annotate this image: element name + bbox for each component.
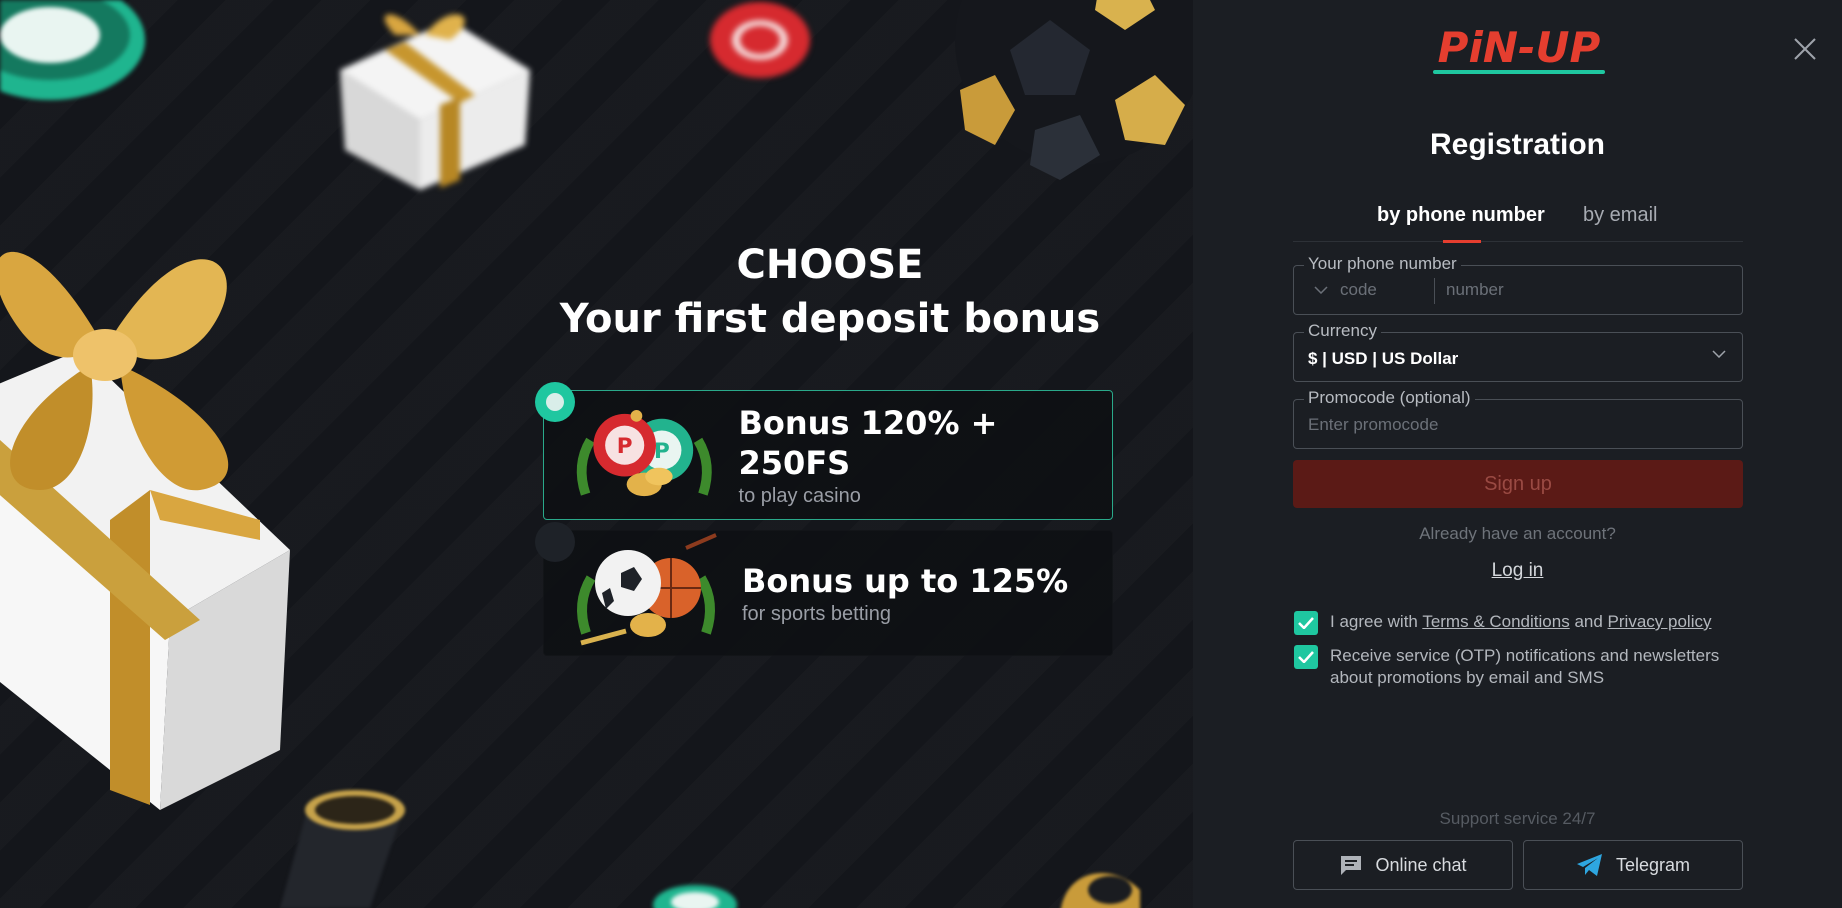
heading-choose: CHOOSE [736, 242, 924, 288]
soccer-ball-decoration [955, 0, 1193, 180]
currency-select[interactable]: Currency $ | USD | US Dollar [1293, 321, 1743, 382]
bonus-option-sports[interactable]: Bonus up to 125% for sports betting [535, 522, 1113, 656]
chevron-down-icon [1314, 286, 1328, 294]
gold-ornament-decoration [1061, 873, 1140, 908]
promocode-input[interactable] [1308, 410, 1728, 440]
agree-and: and [1574, 612, 1603, 631]
bonus-radio-selected[interactable] [535, 382, 575, 422]
terms-link[interactable]: Terms & Conditions [1422, 612, 1569, 631]
promocode-field: Promocode (optional) [1293, 388, 1743, 449]
newsletter-text: Receive service (OTP) notifications and … [1330, 646, 1720, 687]
small-gift-decoration [340, 14, 530, 190]
agree-terms-row: I agree with Terms & Conditions and Priv… [1294, 611, 1754, 635]
bonus-promo-panel: CHOOSE Your first deposit bonus P P Bonu… [0, 0, 1193, 908]
phone-code-placeholder: code [1340, 280, 1377, 299]
horn-decoration [280, 790, 405, 908]
telegram-button[interactable]: Telegram [1523, 840, 1743, 890]
phone-divider [1434, 278, 1435, 304]
close-icon[interactable] [1792, 36, 1818, 62]
online-chat-button[interactable]: Online chat [1293, 840, 1513, 890]
active-tab-indicator [1443, 240, 1481, 243]
check-icon [1298, 617, 1314, 629]
registration-screen: CHOOSE Your first deposit bonus P P Bonu… [0, 0, 1842, 908]
sports-bonus-subtitle: for sports betting [742, 602, 891, 625]
phone-number-input[interactable] [1446, 274, 1726, 306]
svg-text:P: P [654, 439, 670, 464]
chevron-down-icon [1712, 350, 1726, 358]
casino-bonus-title: Bonus 120% + 250FS [738, 403, 998, 482]
currency-value: $ | USD | US Dollar [1308, 349, 1459, 368]
bonus-heading: CHOOSE Your first deposit bonus [540, 240, 1120, 348]
log-in-link[interactable]: Log in [1492, 560, 1544, 581]
heading-deposit-bonus: Your first deposit bonus [559, 296, 1101, 342]
tab-by-phone[interactable]: by phone number [1377, 204, 1545, 227]
sign-up-button[interactable]: Sign up [1293, 460, 1743, 508]
registration-panel: PiN-UP Registration by phone number by e… [1193, 0, 1842, 908]
phone-field: Your phone number code [1293, 254, 1743, 315]
bonus-option-casino[interactable]: P P Bonus 120% + 250FS to play casino [535, 382, 1113, 520]
newsletter-row: Receive service (OTP) notifications and … [1294, 645, 1754, 689]
agree-terms-checkbox[interactable] [1294, 611, 1318, 635]
large-gift-decoration [0, 251, 290, 810]
bonus-radio-unselected[interactable] [535, 522, 575, 562]
registration-tabs: by phone number by email [1293, 200, 1743, 243]
sports-bonus-text: Bonus up to 125% for sports betting [742, 561, 1068, 626]
check-icon [1298, 651, 1314, 663]
casino-bonus-text: Bonus 120% + 250FS to play casino [739, 403, 1112, 508]
support-label: Support service 24/7 [1439, 809, 1596, 828]
online-chat-label: Online chat [1375, 854, 1467, 875]
phone-label: Your phone number [1304, 254, 1461, 274]
privacy-link[interactable]: Privacy policy [1608, 612, 1712, 631]
currency-label: Currency [1304, 321, 1381, 341]
casino-bonus-subtitle: to play casino [738, 484, 861, 507]
phone-code-select[interactable]: code [1314, 280, 1377, 300]
telegram-label: Telegram [1615, 854, 1691, 875]
telegram-icon [1576, 854, 1602, 876]
svg-text:P: P [617, 434, 633, 459]
agree-terms-text: I agree with Terms & Conditions and Priv… [1330, 611, 1711, 633]
tab-by-email[interactable]: by email [1583, 204, 1657, 227]
logo-text: PiN-UP [1438, 23, 1601, 72]
promocode-label: Promocode (optional) [1304, 388, 1475, 408]
sports-bonus-title: Bonus up to 125% [742, 561, 1069, 600]
agree-prefix: I agree with [1330, 612, 1418, 631]
sports-balls-icon [577, 533, 717, 646]
bottom-chip-decoration [653, 885, 737, 908]
casino-chips-icon: P P [576, 410, 712, 497]
chat-icon [1341, 856, 1362, 875]
login-wrap: Log in [1193, 560, 1842, 582]
registration-title: Registration [1429, 128, 1606, 161]
already-have-account: Already have an account? [1419, 524, 1616, 543]
newsletter-checkbox[interactable] [1294, 645, 1318, 669]
pin-up-logo[interactable]: PiN-UP [1429, 22, 1609, 80]
red-chip-decoration [710, 2, 810, 78]
green-chip-decoration [0, 0, 145, 100]
